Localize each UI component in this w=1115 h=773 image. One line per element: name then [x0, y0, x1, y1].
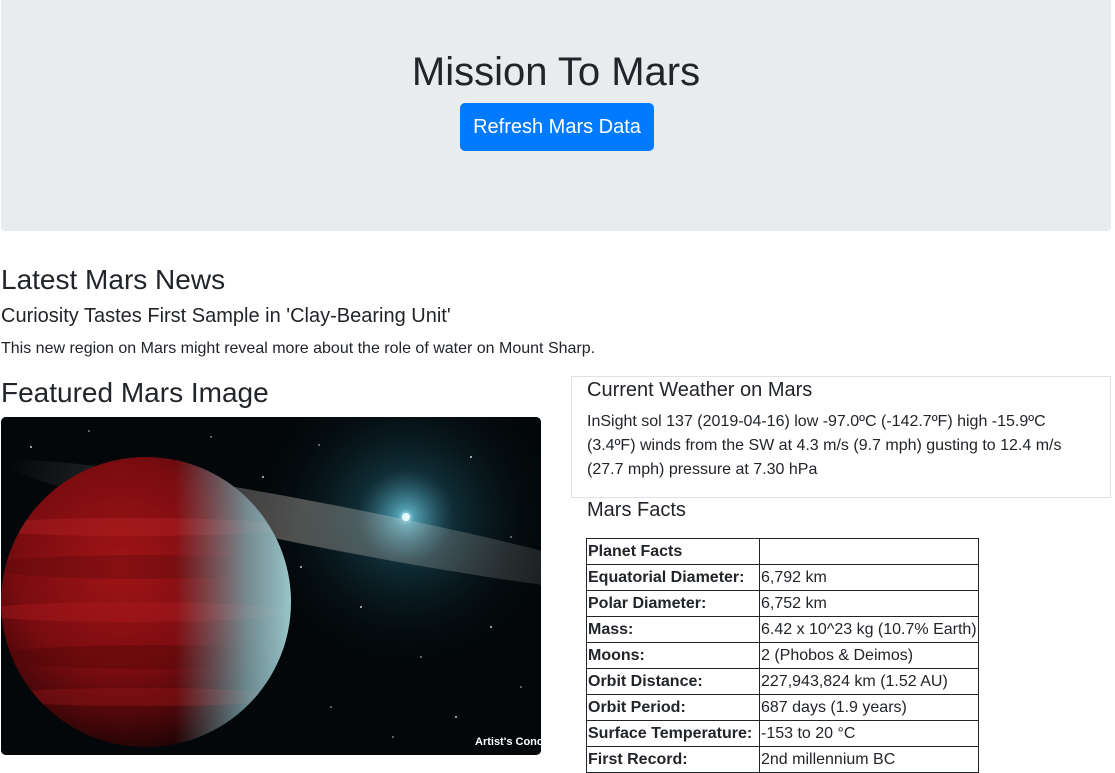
fact-value: 227,943,824 km (1.52 AU): [759, 668, 979, 695]
table-row: Surface Temperature: -153 to 20 °C: [586, 720, 979, 747]
weather-card: Current Weather on Mars InSight sol 137 …: [571, 376, 1111, 498]
table-row: Planet Facts: [586, 538, 979, 565]
news-title: Curiosity Tastes First Sample in 'Clay-B…: [1, 305, 451, 327]
fact-value: -153 to 20 °C: [759, 720, 979, 747]
table-row: Equatorial Diameter: 6,792 km: [586, 564, 979, 591]
fact-label: Equatorial Diameter:: [586, 564, 760, 591]
page-title: Mission To Mars: [411, 50, 701, 94]
fact-label: Orbit Distance:: [586, 668, 760, 695]
fact-value: 687 days (1.9 years): [759, 694, 979, 721]
fact-label: Planet Facts: [586, 538, 760, 565]
weather-text: InSight sol 137 (2019-04-16) low -97.0ºC…: [587, 413, 1062, 478]
image-caption: Artist's Concept: [475, 736, 541, 748]
fact-label: Orbit Period:: [586, 694, 760, 721]
table-row: Orbit Period: 687 days (1.9 years): [586, 694, 979, 721]
fact-label: Surface Temperature:: [586, 720, 760, 747]
fact-value: [759, 538, 979, 565]
featured-image-artwork: [1, 417, 541, 755]
fact-label: Moons:: [586, 642, 760, 669]
fact-value: 6,792 km: [759, 564, 979, 591]
fact-value: 6,752 km: [759, 590, 979, 617]
fact-value: 2 (Phobos & Deimos): [759, 642, 979, 669]
mars-facts-heading: Mars Facts: [587, 499, 686, 521]
refresh-mars-data-button[interactable]: Refresh Mars Data: [460, 103, 654, 151]
fact-label: Polar Diameter:: [586, 590, 760, 617]
table-row: First Record: 2nd millennium BC: [586, 746, 979, 773]
fact-label: First Record:: [586, 746, 760, 773]
mars-facts-table: Planet Facts Equatorial Diameter: 6,792 k…: [586, 538, 979, 773]
fact-label: Mass:: [586, 616, 760, 643]
featured-mars-image[interactable]: Artist's Concept: [1, 417, 541, 755]
featured-image-heading: Featured Mars Image: [1, 377, 269, 408]
table-row: Polar Diameter: 6,752 km: [586, 590, 979, 617]
latest-news-heading: Latest Mars News: [1, 264, 226, 295]
table-row: Orbit Distance: 227,943,824 km (1.52 AU): [586, 668, 979, 695]
news-paragraph: This new region on Mars might reveal mor…: [1, 340, 596, 357]
table-row: Mass: 6.42 x 10^23 kg (10.7% Earth): [586, 616, 979, 643]
weather-heading: Current Weather on Mars: [587, 379, 813, 401]
fact-value: 6.42 x 10^23 kg (10.7% Earth): [759, 616, 979, 643]
fact-value: 2nd millennium BC: [759, 746, 979, 773]
jumbotron: Mission To Mars Refresh Mars Data: [1, 0, 1111, 231]
table-row: Moons: 2 (Phobos & Deimos): [586, 642, 979, 669]
